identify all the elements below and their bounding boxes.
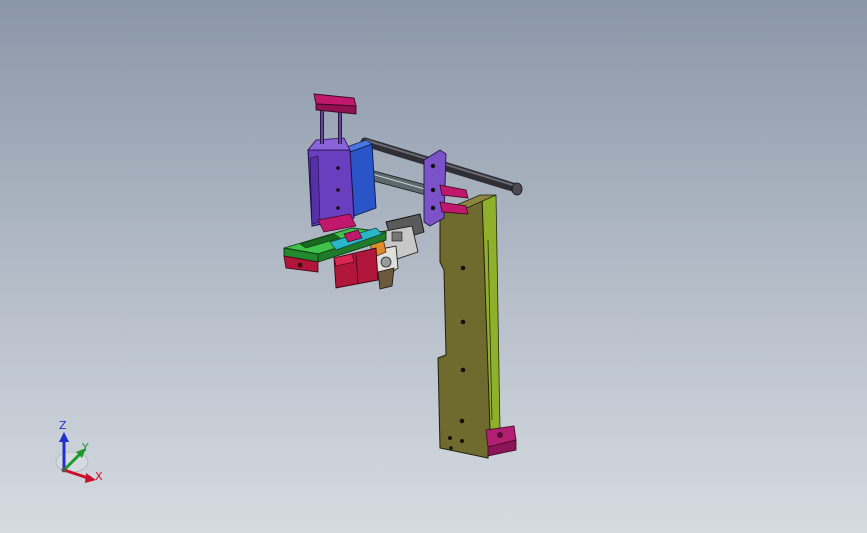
cad-3d-viewport[interactable]: Z Y X <box>0 0 867 533</box>
orientation-triad[interactable]: Z Y X <box>55 419 103 483</box>
purple-main-carriage[interactable] <box>307 137 357 233</box>
top-t-bracket[interactable] <box>313 93 357 144</box>
vertical-frame-column[interactable] <box>437 194 501 459</box>
y-axis-label: Y <box>81 441 89 454</box>
assembly-model-view[interactable]: Z Y X <box>0 0 867 533</box>
x-axis-label: X <box>95 470 103 483</box>
z-axis-arrow <box>59 432 69 442</box>
z-axis-label: Z <box>59 419 67 432</box>
frame-foot-block[interactable] <box>485 425 517 457</box>
linear-rail[interactable] <box>369 169 431 197</box>
